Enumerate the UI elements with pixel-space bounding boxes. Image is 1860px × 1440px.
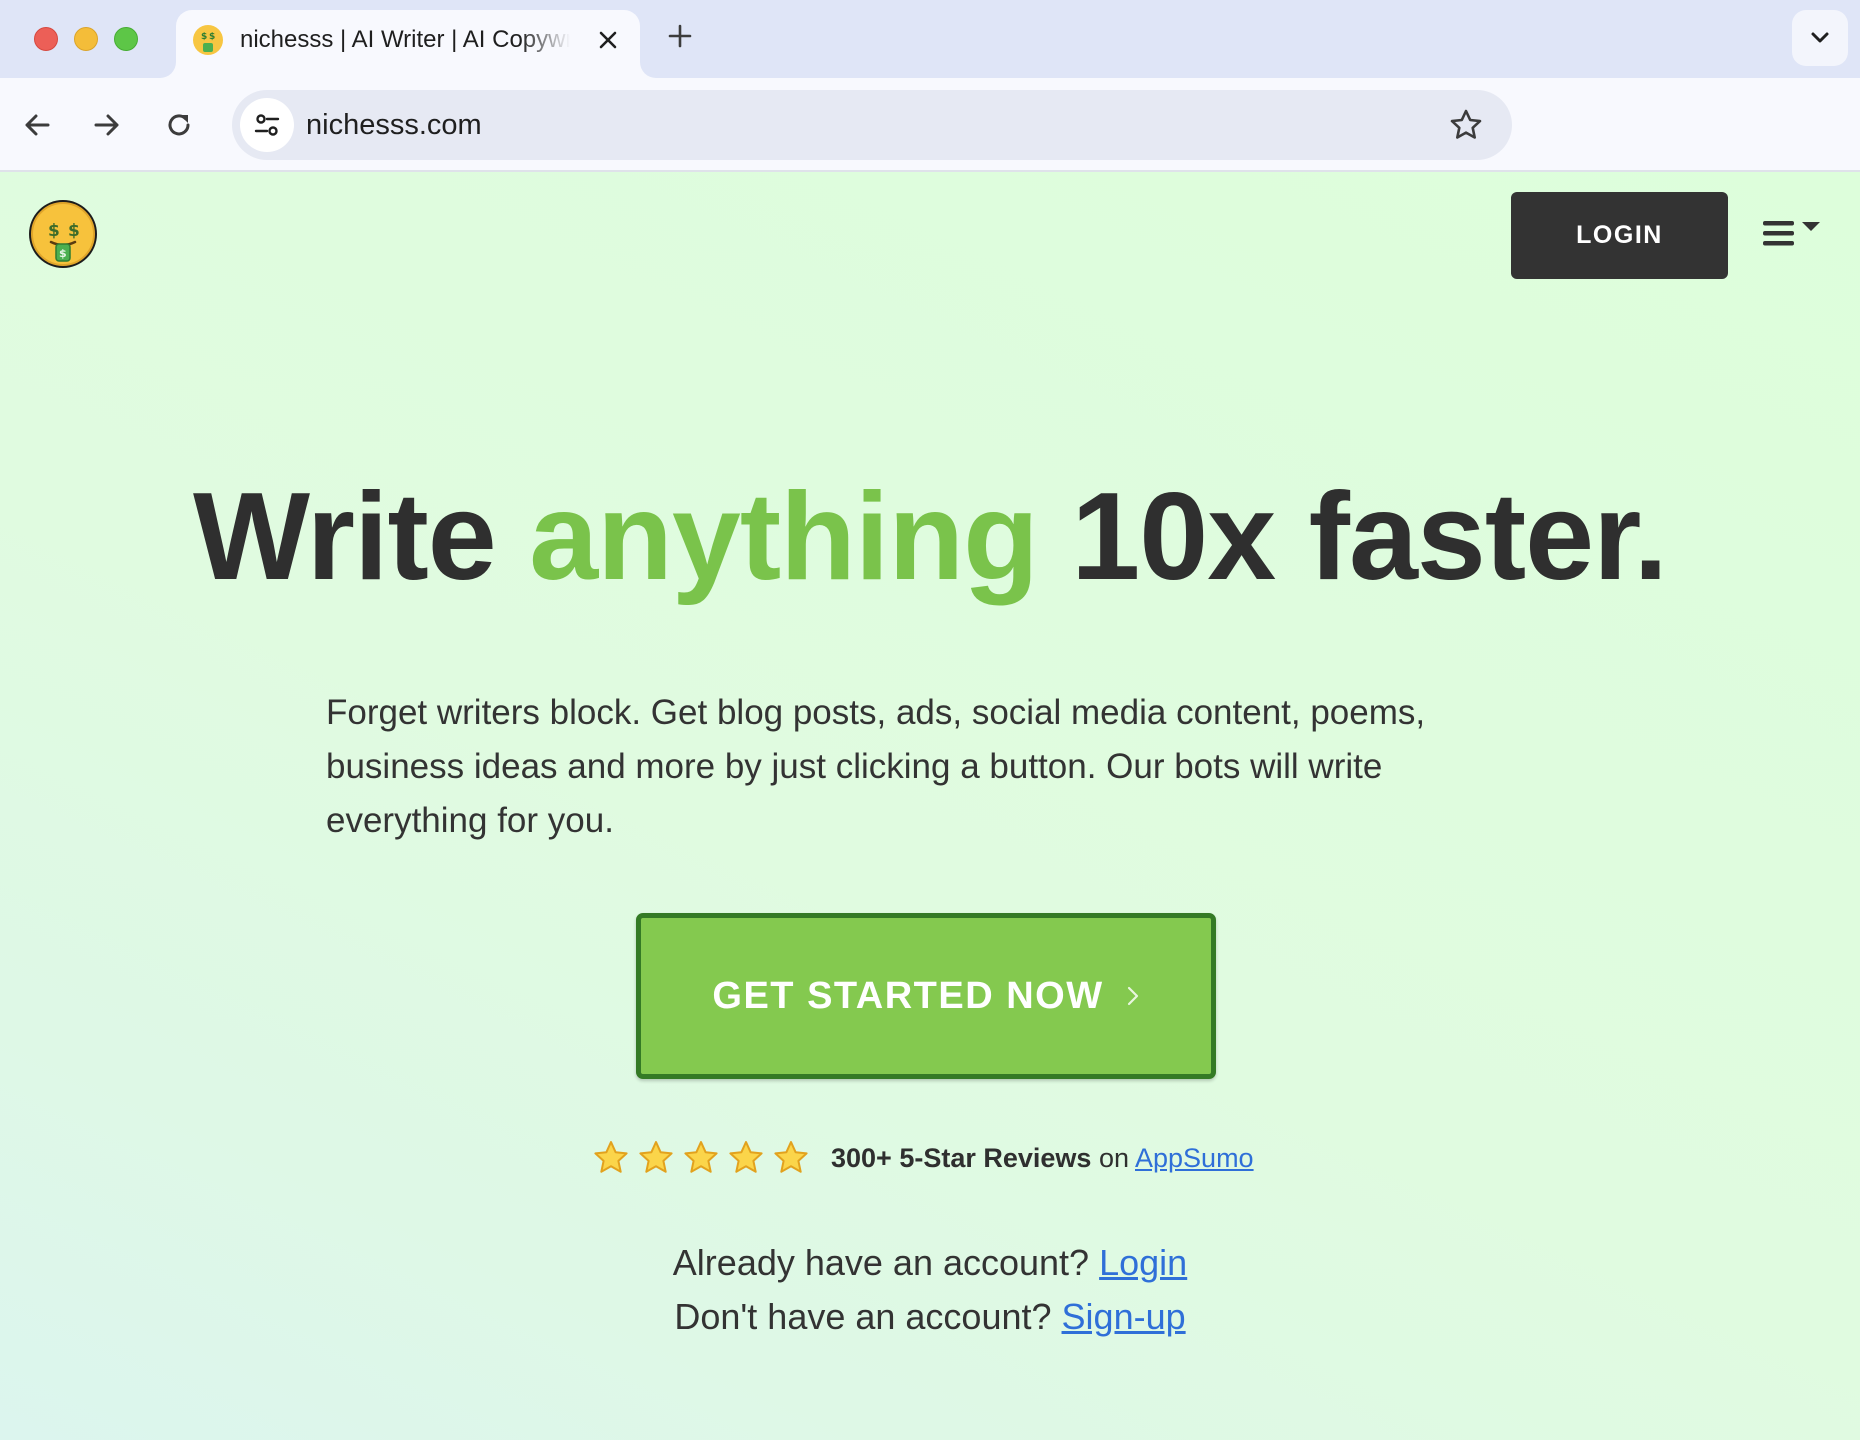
bookmark-star-icon[interactable] [1448,107,1484,143]
appsumo-link[interactable]: AppSumo [1135,1143,1254,1173]
get-started-button[interactable]: GET STARTED NOW [636,913,1216,1079]
reload-button[interactable] [156,102,202,148]
cta-label: GET STARTED NOW [712,974,1104,1017]
hamburger-menu-icon [1763,221,1820,246]
address-bar[interactable]: nichesss.com [232,90,1512,160]
headline-accent: anything [529,468,1039,606]
window-maximize-button[interactable] [114,27,138,51]
tab-search-button[interactable] [1792,10,1848,66]
hero-headline: Write anything 10x faster. [0,462,1860,612]
money-mouth-face-icon: $ $ [193,25,223,55]
hamburger-menu-button[interactable] [1760,216,1826,252]
svg-text:$: $ [201,32,207,42]
signup-line: Don't have an account? Sign-up [0,1290,1860,1344]
star-icon [684,1141,718,1173]
arrow-right-icon [94,114,119,136]
site-info-button[interactable] [240,98,294,152]
reload-icon [168,114,190,136]
tab-title: nichesss | AI Writer | AI Copywriter [240,26,570,53]
browser-tab-active[interactable]: $ $ nichesss | AI Writer | AI Copywriter [176,10,640,78]
svg-text:$: $ [209,32,215,42]
forward-button[interactable] [84,102,130,148]
reviews-count: 300+ 5-Star Reviews [831,1142,1092,1173]
window-minimize-button[interactable] [74,27,98,51]
chevron-down-icon [1811,32,1829,43]
close-tab-icon[interactable] [594,26,622,54]
login-prompt: Already have an account? [672,1242,1090,1283]
chevron-right-icon [1127,986,1138,1006]
svg-text:$: $ [59,247,67,260]
hero-subtext: Forget writers block. Get blog posts, ad… [326,693,1426,840]
signup-link[interactable]: Sign-up [1062,1296,1186,1337]
new-tab-icon[interactable] [664,20,696,52]
account-links: Already have an account? Login Don't hav… [0,1236,1860,1344]
signup-prompt: Don't have an account? [674,1296,1052,1337]
svg-text:$: $ [48,221,60,241]
reviews-on: on [1098,1142,1129,1173]
login-link[interactable]: Login [1099,1242,1187,1283]
star-rating [592,1139,817,1177]
money-mouth-face-logo[interactable]: $ $ $ [27,198,99,270]
star-icon [774,1141,808,1173]
browser-toolbar: nichesss.com [0,78,1860,172]
page-content: $ $ $ LOGIN Write anything 10x faster. F… [0,172,1860,1440]
window-close-button[interactable] [34,27,58,51]
reviews-row: 300+ 5-Star Reviews on AppSumo [592,1136,1254,1180]
url-text[interactable]: nichesss.com [306,90,482,160]
svg-text:$: $ [68,221,80,241]
reviews-text: 300+ 5-Star Reviews on AppSumo [831,1143,1254,1174]
tune-icon [254,114,280,136]
headline-part-2: 10x faster. [1037,468,1668,606]
login-button[interactable]: LOGIN [1511,192,1728,279]
star-icon [639,1141,673,1173]
headline-part-1: Write [192,468,530,606]
star-icon [594,1141,628,1173]
browser-titlebar: $ $ nichesss | AI Writer | AI Copywriter [0,0,1860,78]
arrow-left-icon [25,114,50,136]
login-line: Already have an account? Login [0,1236,1860,1290]
back-button[interactable] [14,102,60,148]
star-icon [729,1141,763,1173]
